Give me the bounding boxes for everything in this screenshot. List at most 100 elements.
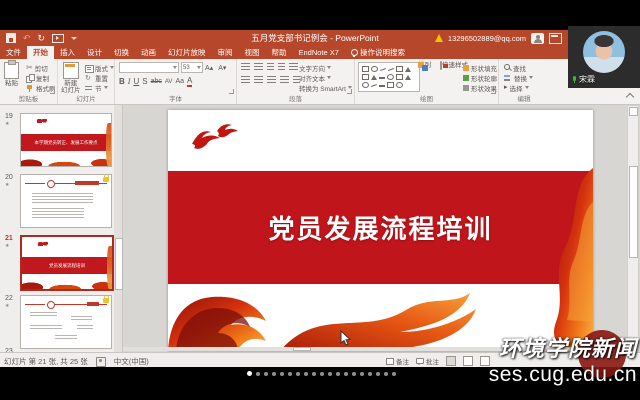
convert-smartart-button[interactable]: 转换为 SmartArt	[299, 83, 352, 92]
slide-thumbnail-21[interactable]: 党员发展流程培训	[20, 235, 114, 291]
font-name-combo[interactable]	[119, 62, 179, 73]
carousel-dot[interactable]	[280, 372, 284, 376]
save-icon[interactable]	[6, 33, 16, 43]
tab-review[interactable]: 审阅	[212, 46, 239, 59]
carousel-dot[interactable]	[328, 372, 332, 376]
undo-icon[interactable]: ↶	[23, 32, 31, 44]
align-center-icon[interactable]	[254, 76, 263, 83]
carousel-dot[interactable]	[264, 372, 268, 376]
shape-fill-button[interactable]: 形状填充	[463, 63, 497, 72]
font-size-combo[interactable]: 53	[181, 62, 203, 73]
account-avatar-icon[interactable]	[531, 33, 544, 44]
customize-qat-icon[interactable]	[71, 37, 77, 40]
carousel-dot[interactable]	[376, 372, 380, 376]
slide-thumbnail-19[interactable]: 本学期党员转正、发展工作要点	[20, 113, 112, 167]
italic-button[interactable]: I	[128, 77, 131, 86]
carousel-dot[interactable]	[344, 372, 348, 376]
character-spacing-button[interactable]: AV	[165, 79, 173, 85]
notes-button[interactable]: 备注	[386, 357, 409, 366]
font-color-button[interactable]: A	[187, 76, 192, 87]
decrease-indent-icon[interactable]	[267, 63, 274, 70]
tab-transitions[interactable]: 切换	[108, 46, 135, 59]
slide-canvas[interactable]: 党员发展流程培训	[168, 110, 593, 351]
bold-button[interactable]: B	[119, 77, 125, 86]
paste-button[interactable]: 粘贴	[4, 62, 19, 87]
account-email[interactable]: 13296502889@qq.com	[448, 34, 526, 43]
slide-thumbnail-22[interactable]	[20, 295, 112, 349]
redo-icon[interactable]: ↻	[38, 32, 46, 44]
reset-button[interactable]: 重置	[85, 73, 114, 82]
carousel-dot[interactable]	[247, 371, 252, 376]
tab-design[interactable]: 设计	[81, 46, 108, 59]
cut-button[interactable]: ✂剪切	[26, 63, 56, 72]
change-case-button[interactable]: Aa	[175, 78, 184, 85]
start-slideshow-icon[interactable]	[52, 34, 64, 43]
grow-font-button[interactable]: A▴	[205, 64, 213, 72]
strikethrough-button[interactable]: abc	[151, 78, 162, 85]
comments-button[interactable]: 批注	[416, 357, 439, 366]
carousel-dot[interactable]	[384, 372, 388, 376]
paragraph-dialog-launcher[interactable]	[347, 89, 352, 94]
scroll-up-icon[interactable]	[629, 107, 638, 116]
tab-endnote[interactable]: EndNote X7	[293, 46, 345, 59]
carousel-dot[interactable]	[320, 372, 324, 376]
carousel-dot[interactable]	[256, 372, 260, 376]
align-right-icon[interactable]	[267, 76, 276, 83]
tab-slideshow[interactable]: 幻灯片放映	[162, 46, 212, 59]
font-dialog-launcher[interactable]	[229, 89, 234, 94]
accessibility-icon[interactable]	[96, 357, 106, 367]
webcam-tile[interactable]: 宋霖	[568, 26, 640, 88]
collapse-ribbon-icon[interactable]	[626, 93, 634, 101]
slide-title-banner[interactable]: 党员发展流程培训	[168, 171, 593, 284]
language-indicator[interactable]: 中文(中国)	[114, 356, 149, 367]
layout-button[interactable]: 版式	[85, 63, 114, 72]
bullets-numbering-buttons[interactable]	[241, 63, 298, 70]
copy-button[interactable]: 复制	[26, 73, 56, 82]
carousel-dot[interactable]	[288, 372, 292, 376]
underline-button[interactable]: U	[133, 77, 139, 86]
numbering-icon[interactable]	[254, 63, 263, 70]
carousel-dot[interactable]	[352, 372, 356, 376]
carousel-dot[interactable]	[296, 372, 300, 376]
scrollbar-thumb[interactable]	[115, 238, 123, 290]
replace-button[interactable]: 替换	[504, 73, 533, 82]
arrange-button[interactable]: 排列	[418, 62, 431, 69]
shapes-gallery[interactable]	[358, 62, 420, 92]
tab-file[interactable]: 文件	[0, 46, 27, 59]
line-spacing-icon[interactable]	[289, 63, 298, 70]
carousel-dot[interactable]	[392, 372, 396, 376]
warning-icon[interactable]	[435, 34, 443, 42]
vertical-scrollbar[interactable]	[627, 105, 639, 350]
slide-thumbnail-20[interactable]	[20, 174, 112, 228]
text-shadow-button[interactable]: S	[142, 77, 147, 86]
tab-tell-me[interactable]: 操作说明搜索	[345, 46, 411, 59]
carousel-dot[interactable]	[312, 372, 316, 376]
align-left-icon[interactable]	[241, 76, 250, 83]
thumbnail-scrollbar[interactable]	[114, 105, 123, 352]
scrollbar-thumb[interactable]	[293, 347, 311, 351]
tab-animations[interactable]: 动画	[135, 46, 162, 59]
find-button[interactable]: 查找	[504, 63, 533, 72]
carousel-dot[interactable]	[272, 372, 276, 376]
section-button[interactable]: 节	[85, 83, 114, 92]
shrink-font-button[interactable]: A▾	[218, 64, 226, 72]
tab-view[interactable]: 视图	[239, 46, 266, 59]
scrollbar-thumb[interactable]	[629, 166, 638, 258]
carousel-dot[interactable]	[368, 372, 372, 376]
align-text-button[interactable]: 对齐文本	[299, 73, 352, 82]
carousel-dot[interactable]	[360, 372, 364, 376]
bullets-icon[interactable]	[241, 63, 250, 70]
tab-home[interactable]: 开始	[27, 46, 54, 59]
text-direction-button[interactable]: 文字方向	[299, 63, 352, 72]
tab-help[interactable]: 帮助	[266, 46, 293, 59]
ribbon-display-options-icon[interactable]	[549, 33, 562, 44]
carousel-dot[interactable]	[304, 372, 308, 376]
carousel-dot[interactable]	[336, 372, 340, 376]
clipboard-dialog-launcher[interactable]	[50, 89, 55, 94]
drawing-dialog-launcher[interactable]	[491, 89, 496, 94]
tab-insert[interactable]: 插入	[54, 46, 81, 59]
increase-indent-icon[interactable]	[278, 63, 285, 70]
justify-icon[interactable]	[280, 76, 289, 83]
shape-outline-button[interactable]: 形状轮廓	[463, 73, 497, 82]
new-slide-button[interactable]: 新建幻灯片	[61, 62, 81, 94]
